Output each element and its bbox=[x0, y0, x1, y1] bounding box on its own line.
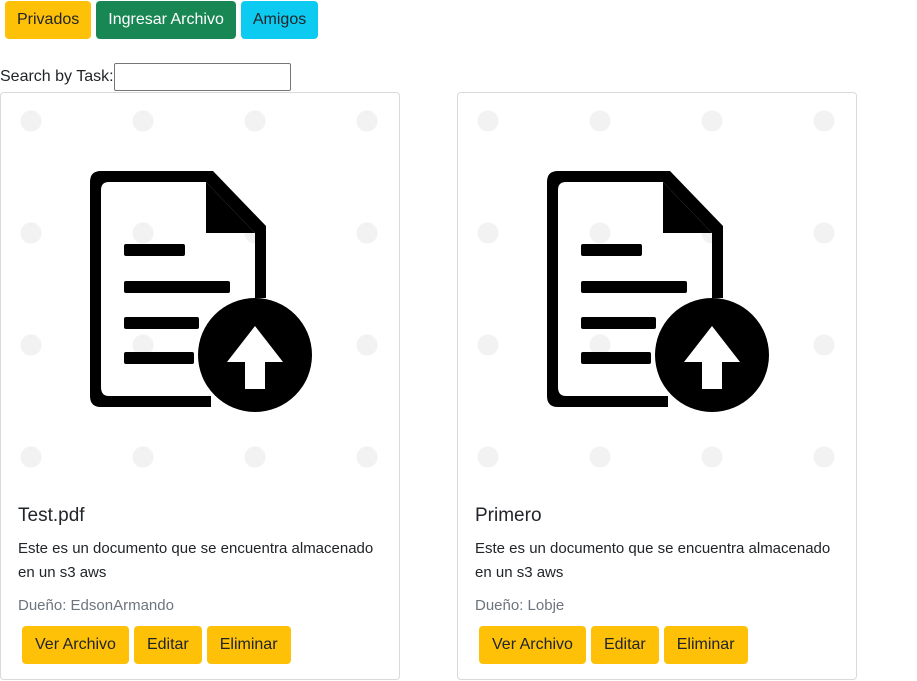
card-description: Este es un documento que se encuentra al… bbox=[18, 540, 374, 581]
card-owner: Dueño: Lobje bbox=[475, 597, 565, 614]
ingresar-archivo-button[interactable]: Ingresar Archivo bbox=[96, 1, 236, 39]
card-image bbox=[458, 93, 856, 493]
file-card: Primero Este es un documento que se encu… bbox=[457, 92, 857, 680]
file-upload-icon bbox=[547, 171, 769, 412]
search-input[interactable] bbox=[113, 63, 291, 91]
file-upload-icon bbox=[90, 171, 312, 412]
edit-button[interactable]: Editar bbox=[133, 626, 202, 664]
file-card: Test.pdf Este es un documento que se enc… bbox=[0, 92, 400, 680]
view-file-button[interactable]: Ver Archivo bbox=[479, 626, 586, 664]
amigos-button[interactable]: Amigos bbox=[240, 1, 319, 39]
card-title: Test.pdf bbox=[18, 505, 85, 526]
card-owner: Dueño: EdsonArmando bbox=[18, 597, 174, 614]
card-body: Test.pdf Este es un documento que se enc… bbox=[18, 505, 384, 614]
card-description: Este es un documento que se encuentra al… bbox=[475, 540, 831, 581]
card-image bbox=[1, 93, 399, 493]
view-file-button[interactable]: Ver Archivo bbox=[22, 626, 129, 664]
card-actions: Ver Archivo Editar Eliminar bbox=[479, 626, 748, 664]
search-row: Search by Task: bbox=[0, 63, 291, 91]
card-title: Primero bbox=[475, 505, 542, 526]
card-actions: Ver Archivo Editar Eliminar bbox=[22, 626, 291, 664]
card-body: Primero Este es un documento que se encu… bbox=[475, 505, 841, 614]
privados-button[interactable]: Privados bbox=[5, 1, 92, 39]
delete-button[interactable]: Eliminar bbox=[206, 626, 291, 664]
delete-button[interactable]: Eliminar bbox=[663, 626, 748, 664]
search-label: Search by Task: bbox=[0, 68, 114, 85]
top-toolbar: Privados Ingresar Archivo Amigos bbox=[5, 1, 319, 39]
edit-button[interactable]: Editar bbox=[590, 626, 659, 664]
